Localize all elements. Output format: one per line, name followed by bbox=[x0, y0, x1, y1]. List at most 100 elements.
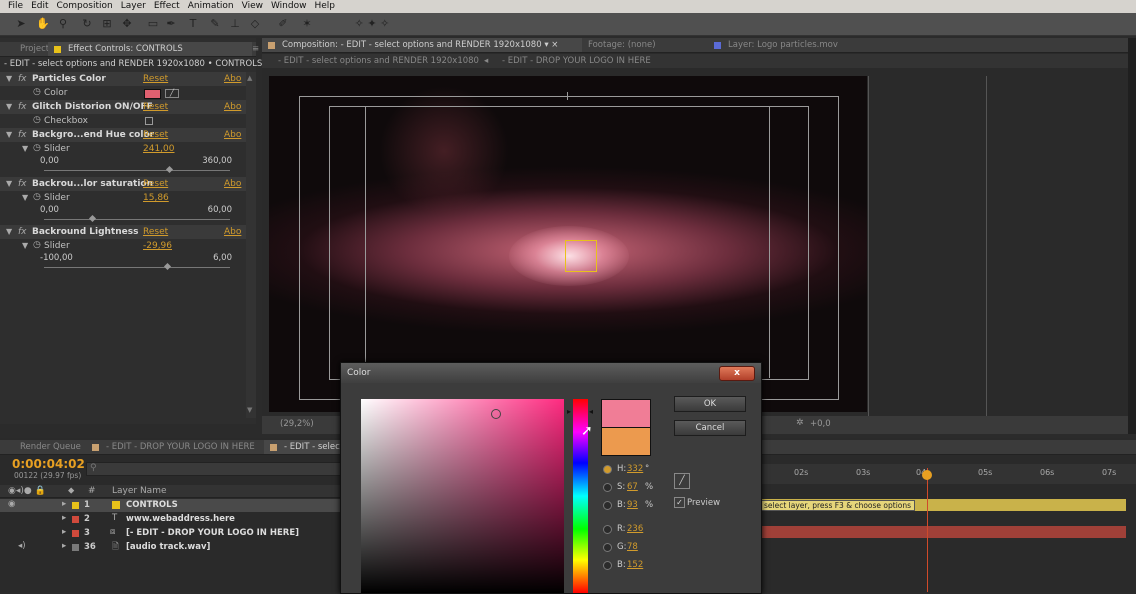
tab-layer[interactable]: Layer: Logo particles.mov bbox=[708, 38, 898, 52]
fx-icon[interactable]: fx bbox=[18, 74, 27, 84]
label-color[interactable] bbox=[72, 516, 79, 523]
about-link[interactable]: Abo bbox=[224, 102, 241, 112]
eyedropper-icon[interactable]: ╱ bbox=[165, 89, 179, 98]
stopwatch-icon[interactable]: ◷ bbox=[33, 240, 41, 250]
slider-value[interactable]: -29,96 bbox=[143, 241, 172, 251]
menu-help[interactable]: Help bbox=[306, 0, 335, 13]
fx-icon[interactable]: fx bbox=[18, 102, 27, 112]
roto-brush-tool-icon[interactable]: ✐ bbox=[276, 17, 290, 30]
eyedropper-icon[interactable]: ╱ bbox=[674, 473, 690, 489]
stopwatch-icon[interactable]: ◷ bbox=[33, 192, 41, 202]
layer-name[interactable]: CONTROLS bbox=[126, 500, 178, 510]
brightness-radio[interactable] bbox=[603, 501, 612, 510]
reset-link[interactable]: Reset bbox=[143, 102, 168, 112]
hue-field[interactable]: H: 332 ° bbox=[603, 463, 673, 477]
layer-bar-logo[interactable] bbox=[760, 526, 1126, 538]
effect-glitch-distortion[interactable]: ▼ fx Glitch Distorion ON/OFF Reset Abo bbox=[0, 100, 246, 114]
axis-mode-icons[interactable]: ✧ ✦ ✧ bbox=[354, 17, 390, 30]
fx-icon[interactable]: fx bbox=[18, 179, 27, 189]
audio-icon[interactable]: ◂) bbox=[18, 541, 26, 551]
slider-track[interactable] bbox=[44, 267, 230, 268]
twirl-down-icon[interactable]: ▼ bbox=[22, 144, 28, 153]
twirl-down-icon[interactable]: ▼ bbox=[22, 193, 28, 202]
exposure-icon[interactable]: ✲ bbox=[796, 418, 804, 428]
effect-background-saturation[interactable]: ▼ fx Backrou...lor saturation Reset Abo bbox=[0, 177, 246, 191]
tab-footage[interactable]: Footage: (none) bbox=[568, 38, 718, 52]
about-link[interactable]: Abo bbox=[224, 179, 241, 189]
color-picker-marker[interactable] bbox=[491, 409, 501, 419]
fx-icon[interactable]: fx bbox=[18, 130, 27, 140]
brightness-field[interactable]: B: 93% bbox=[603, 499, 673, 513]
original-color-preview[interactable] bbox=[601, 427, 651, 456]
label-color[interactable] bbox=[72, 544, 79, 551]
menu-view[interactable]: View bbox=[234, 0, 263, 13]
reset-link[interactable]: Reset bbox=[143, 74, 168, 84]
reset-link[interactable]: Reset bbox=[143, 179, 168, 189]
layer-row[interactable]: ◂) ▸ 36 🗎 [audio track.wav] bbox=[0, 541, 340, 554]
field-value[interactable]: 332 bbox=[627, 464, 643, 474]
expand-icon[interactable]: ▸ bbox=[62, 527, 66, 537]
twirl-down-icon[interactable]: ▼ bbox=[6, 74, 12, 83]
color-swatch[interactable] bbox=[144, 89, 161, 99]
layer-name[interactable]: [- EDIT - DROP YOUR LOGO IN HERE] bbox=[126, 528, 299, 538]
eye-icon[interactable]: ◉ bbox=[8, 499, 15, 509]
stopwatch-icon[interactable]: ◷ bbox=[33, 87, 41, 97]
menu-effect[interactable]: Effect bbox=[146, 0, 180, 13]
hand-tool-icon[interactable]: ✋ bbox=[36, 17, 50, 30]
slider-track[interactable] bbox=[44, 219, 230, 220]
stopwatch-icon[interactable]: ◷ bbox=[33, 115, 41, 125]
current-time-indicator[interactable] bbox=[927, 468, 928, 592]
about-link[interactable]: Abo bbox=[224, 74, 241, 84]
about-link[interactable]: Abo bbox=[224, 227, 241, 237]
layer-bounding-box[interactable] bbox=[565, 240, 597, 272]
exposure-value[interactable]: +0,0 bbox=[810, 419, 831, 429]
green-radio[interactable] bbox=[603, 543, 612, 552]
field-value[interactable]: 67 bbox=[627, 482, 638, 492]
camera-tool-icon[interactable]: ⊞ bbox=[100, 17, 114, 30]
slider-value[interactable]: 15,86 bbox=[143, 193, 169, 203]
layer-bar-controls[interactable]: select layer, press F3 & choose options bbox=[760, 499, 1126, 511]
scroll-down-icon[interactable]: ▼ bbox=[247, 406, 252, 414]
blue-radio[interactable] bbox=[603, 561, 612, 570]
saturation-field[interactable]: S: 67% bbox=[603, 481, 673, 495]
rectangle-tool-icon[interactable]: ▭ bbox=[146, 17, 160, 30]
menu-composition[interactable]: Composition bbox=[49, 0, 113, 13]
tab-render-queue[interactable]: Render Queue bbox=[0, 440, 100, 454]
twirl-down-icon[interactable]: ▼ bbox=[6, 102, 12, 111]
field-value[interactable]: 93 bbox=[627, 500, 638, 510]
twirl-down-icon[interactable]: ▼ bbox=[6, 179, 12, 188]
about-link[interactable]: Abo bbox=[224, 130, 241, 140]
label-color[interactable] bbox=[72, 502, 79, 509]
menu-edit[interactable]: Edit bbox=[23, 0, 48, 13]
expand-icon[interactable]: ▸ bbox=[62, 541, 66, 551]
fx-panel-scrollbar[interactable]: ▲ ▼ bbox=[246, 72, 256, 418]
twirl-down-icon[interactable]: ▼ bbox=[22, 241, 28, 250]
glitch-checkbox[interactable] bbox=[145, 117, 153, 125]
eraser-tool-icon[interactable]: ◇ bbox=[248, 17, 262, 30]
expand-icon[interactable]: ▸ bbox=[62, 513, 66, 523]
green-field[interactable]: G: 78 bbox=[603, 541, 673, 555]
ok-button[interactable]: OK bbox=[674, 396, 746, 412]
reset-link[interactable]: Reset bbox=[143, 130, 168, 140]
pan-behind-tool-icon[interactable]: ✥ bbox=[120, 17, 134, 30]
brush-tool-icon[interactable]: ✎ bbox=[208, 17, 222, 30]
type-tool-icon[interactable]: T bbox=[186, 17, 200, 30]
hue-radio[interactable] bbox=[603, 465, 612, 474]
layer-name[interactable]: [audio track.wav] bbox=[126, 542, 210, 552]
nav-comp-main[interactable]: - EDIT - select options and RENDER 1920x… bbox=[278, 56, 479, 66]
current-timecode[interactable]: 0:00:04:02 bbox=[12, 457, 85, 471]
panel-menu-icon[interactable]: ≡ bbox=[232, 42, 260, 56]
close-button[interactable]: x bbox=[719, 366, 755, 381]
saturation-radio[interactable] bbox=[603, 483, 612, 492]
slider-track[interactable] bbox=[44, 170, 230, 171]
field-value[interactable]: 78 bbox=[627, 542, 638, 552]
expand-icon[interactable]: ▸ bbox=[62, 499, 66, 509]
rotate-tool-icon[interactable]: ↻ bbox=[80, 17, 94, 30]
reset-link[interactable]: Reset bbox=[143, 227, 168, 237]
field-value[interactable]: 236 bbox=[627, 524, 643, 534]
twirl-down-icon[interactable]: ▼ bbox=[6, 130, 12, 139]
menu-file[interactable]: File bbox=[0, 0, 23, 13]
tab-composition[interactable]: Composition: - EDIT - select options and… bbox=[262, 38, 582, 52]
hue-slider-left-arrow-icon[interactable]: ▸ bbox=[567, 407, 571, 416]
hue-slider-right-arrow-icon[interactable]: ◂ bbox=[589, 407, 593, 416]
